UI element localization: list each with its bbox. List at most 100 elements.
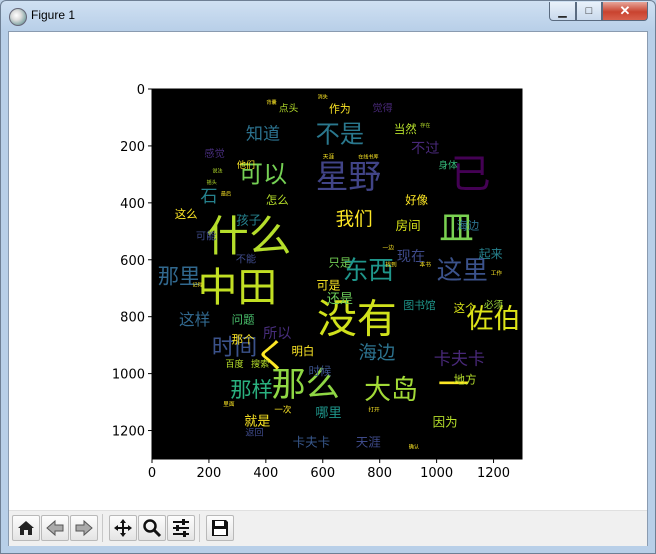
cloud-word: 问题 bbox=[232, 313, 255, 327]
toolbar-separator bbox=[102, 514, 103, 542]
home-button[interactable] bbox=[12, 515, 40, 541]
save-button[interactable] bbox=[206, 515, 234, 541]
x-tick-label: 1200 bbox=[477, 466, 510, 481]
title-bar[interactable]: Figure 1 ▁ □ ✕ bbox=[1, 1, 655, 31]
cloud-word: 可能 bbox=[196, 230, 216, 243]
cloud-word: 本书 bbox=[420, 260, 432, 268]
cloud-word: 最后 bbox=[221, 190, 231, 197]
figure-canvas[interactable]: 什么 中田 没有 那么 星野 东西 这里 佐伯 大岛 不是 可以 时间 那样 海边 卡夫卡 我们 知道 这样已皿く… bbox=[9, 32, 647, 510]
home-icon bbox=[18, 521, 34, 535]
cloud-word: 明白 bbox=[291, 344, 314, 358]
configure-subplots-button[interactable] bbox=[167, 515, 195, 541]
cloud-word: 那个 bbox=[232, 332, 255, 346]
cloud-word: 感觉 bbox=[204, 147, 224, 160]
cloud-word: 怎么 bbox=[266, 193, 289, 207]
x-tick-label: 1000 bbox=[420, 466, 453, 481]
cloud-word: 大岛 bbox=[364, 375, 418, 406]
y-tick-label: 200 bbox=[120, 140, 145, 155]
cloud-word: 返回 bbox=[245, 426, 263, 438]
cloud-word: 地方 bbox=[454, 372, 477, 386]
navigation-toolbar bbox=[9, 510, 647, 546]
back-button[interactable] bbox=[41, 515, 69, 541]
cloud-word: 可是 bbox=[316, 278, 340, 292]
cloud-word: 不能 bbox=[236, 252, 256, 265]
cloud-word: 星野 bbox=[316, 158, 381, 196]
cloud-word: 找到 bbox=[385, 260, 397, 268]
cloud-word: 哪里 bbox=[315, 405, 341, 421]
cloud-word: 石 bbox=[200, 187, 217, 207]
cloud-word: 当然 bbox=[394, 122, 417, 136]
cloud-word: 一边 bbox=[383, 243, 395, 251]
cloud-word: 天涯 bbox=[356, 434, 381, 449]
cloud-word: 在线书库 bbox=[358, 153, 378, 160]
maximize-icon: □ bbox=[585, 5, 593, 17]
cloud-word: 时候 bbox=[309, 364, 332, 378]
y-tick-label: 1200 bbox=[112, 425, 145, 440]
cloud-word: 记得 bbox=[192, 281, 202, 288]
cloud-word: 背囊 bbox=[266, 99, 276, 106]
cloud-word: 天涯 bbox=[323, 152, 335, 160]
cloud-word: 我们 bbox=[336, 209, 373, 230]
x-tick-label: 800 bbox=[367, 466, 392, 481]
x-tick-label: 600 bbox=[310, 466, 335, 481]
cloud-word: 不是 bbox=[316, 121, 364, 149]
cloud-word: 这样 bbox=[179, 310, 210, 329]
cloud-word: 百度 bbox=[225, 358, 243, 370]
cloud-word: 不过 bbox=[411, 141, 439, 157]
x-tick-label: 0 bbox=[148, 466, 156, 481]
y-tick-label: 800 bbox=[120, 311, 145, 326]
cloud-word: 这个 bbox=[454, 301, 477, 315]
cloud-word: 打开 bbox=[368, 406, 380, 414]
cloud-word: 里面 bbox=[223, 401, 235, 408]
cloud-word: 中田 bbox=[198, 265, 278, 311]
maximize-button[interactable]: □ bbox=[576, 2, 602, 21]
y-tick-label: 0 bbox=[137, 83, 145, 98]
cloud-word: く bbox=[254, 337, 288, 377]
toolbar-separator bbox=[199, 514, 200, 542]
pan-button[interactable] bbox=[109, 515, 137, 541]
back-arrow-icon bbox=[46, 519, 64, 537]
cloud-word: 工作 bbox=[491, 269, 503, 277]
floppy-disk-icon bbox=[212, 520, 228, 536]
cloud-word: 那样 bbox=[230, 378, 273, 403]
cloud-word: 只是 bbox=[328, 256, 351, 270]
cloud-word: 说法 bbox=[212, 168, 222, 175]
cloud-word: 就是 bbox=[244, 414, 270, 430]
cloud-word: 海边 bbox=[358, 343, 395, 364]
x-tick-label: 200 bbox=[197, 466, 222, 481]
cloud-word: 所以 bbox=[263, 326, 291, 342]
cloud-word: 消失 bbox=[318, 94, 328, 101]
y-tick-label: 600 bbox=[120, 254, 145, 269]
cloud-word: 因为 bbox=[433, 415, 458, 430]
figure-window: Figure 1 ▁ □ ✕ 什么 中田 没有 那么 星野 东西 这里 佐伯 大岛 不是 可以 时间那… bbox=[0, 0, 656, 554]
move-icon bbox=[114, 519, 132, 537]
forward-button[interactable] bbox=[70, 515, 98, 541]
sliders-icon bbox=[173, 519, 189, 537]
cloud-word: 知道 bbox=[246, 125, 280, 145]
cloud-word: 必须 bbox=[484, 298, 504, 311]
cloud-word: 点头 bbox=[279, 102, 299, 114]
cloud-word: 存在 bbox=[420, 122, 430, 129]
image-plot: 什么中田没有那么星野东西 这里佐伯大岛不是可以时间那样海边 卡夫卡我们知道这样已皿く… bbox=[112, 83, 523, 481]
minimize-icon: ▁ bbox=[558, 5, 567, 18]
close-button[interactable]: ✕ bbox=[602, 2, 648, 21]
x-tick-label: 400 bbox=[253, 466, 278, 481]
forward-arrow-icon bbox=[75, 519, 93, 537]
cloud-word: 作为 bbox=[329, 102, 351, 115]
minimize-button[interactable]: ▁ bbox=[549, 2, 576, 21]
cloud-word: 还是 bbox=[327, 291, 353, 307]
cloud-word: 搜索 bbox=[251, 358, 269, 370]
cloud-word: 起来 bbox=[479, 247, 503, 261]
cloud-word: 确认 bbox=[409, 444, 419, 451]
cloud-word: 他们 bbox=[237, 159, 255, 171]
y-tick-label: 400 bbox=[120, 197, 145, 212]
cloud-word: 好像 bbox=[405, 193, 428, 207]
cloud-word: 这么 bbox=[175, 207, 198, 221]
close-icon: ✕ bbox=[619, 3, 631, 18]
cloud-word: 觉得 bbox=[372, 102, 392, 114]
cloud-word: 房间 bbox=[396, 218, 421, 233]
window-title: Figure 1 bbox=[31, 8, 76, 22]
zoom-button[interactable] bbox=[138, 515, 166, 541]
matplotlib-app-icon bbox=[9, 8, 27, 26]
cloud-word: 已 bbox=[451, 151, 491, 197]
